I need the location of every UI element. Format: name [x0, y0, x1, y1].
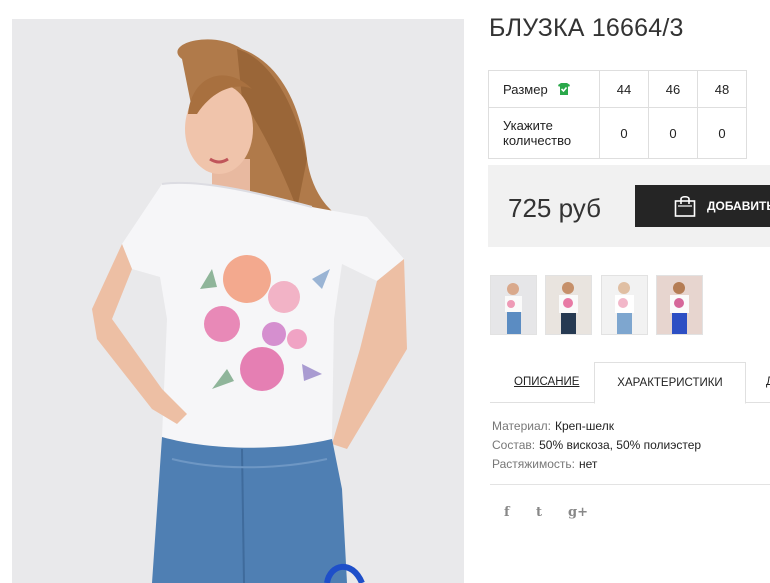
- divider: [490, 484, 770, 485]
- spec-value: Креп-шелк: [554, 419, 614, 433]
- thumbnail-4[interactable]: [656, 275, 703, 335]
- spec-key: Состав:: [492, 438, 536, 452]
- spec-row-composition: Состав: 50% вискоза, 50% полиэстер: [492, 436, 701, 455]
- size-chart-icon[interactable]: [557, 82, 571, 96]
- spec-value: нет: [579, 457, 598, 471]
- quantity-48[interactable]: 0: [697, 107, 747, 159]
- twitter-icon[interactable]: t: [536, 505, 542, 520]
- quantity-46[interactable]: 0: [648, 107, 698, 159]
- quantity-label: Укажите количество: [488, 107, 600, 159]
- google-plus-icon[interactable]: g+: [568, 505, 588, 520]
- size-48: 48: [697, 70, 747, 108]
- size-label-cell: Размер: [488, 70, 600, 108]
- size-44: 44: [599, 70, 649, 108]
- specs-list: Материал: Креп-шелк Состав: 50% вискоза, 5…: [492, 417, 701, 474]
- add-to-cart-button[interactable]: ДОБАВИТЬ: [635, 185, 770, 227]
- size-table: Размер 44 46 48 Укажите количество 0 0 0: [488, 70, 747, 159]
- spec-key: Материал:: [492, 419, 551, 433]
- add-to-cart-label: ДОБАВИТЬ: [707, 199, 770, 213]
- spec-value: 50% вискоза, 50% полиэстер: [539, 438, 702, 452]
- shopping-bag-icon: [673, 194, 697, 221]
- spec-row-stretch: Растяжимость: нет: [492, 455, 701, 474]
- product-tabs: ОПИСАНИЕ ХАРАКТЕРИСТИКИ Д: [490, 362, 770, 404]
- thumbnail-1[interactable]: [490, 275, 537, 335]
- thumbnail-3[interactable]: [601, 275, 648, 335]
- tab-characteristics[interactable]: ХАРАКТЕРИСТИКИ: [594, 362, 746, 404]
- facebook-icon[interactable]: f: [504, 505, 510, 520]
- size-label: Размер: [503, 81, 548, 97]
- tab-third[interactable]: Д: [766, 362, 770, 402]
- spec-key: Растяжимость:: [492, 457, 576, 471]
- price-box: 725 руб ДОБАВИТЬ: [488, 165, 770, 247]
- quantity-44[interactable]: 0: [599, 107, 649, 159]
- size-46: 46: [648, 70, 698, 108]
- product-price: 725 руб: [508, 193, 601, 223]
- thumbnail-2[interactable]: [545, 275, 592, 335]
- spec-row-material: Материал: Креп-шелк: [492, 417, 701, 436]
- product-title: БЛУЗКА 16664/3: [489, 14, 684, 42]
- product-main-photo[interactable]: [12, 19, 464, 583]
- tab-description[interactable]: ОПИСАНИЕ: [514, 362, 579, 402]
